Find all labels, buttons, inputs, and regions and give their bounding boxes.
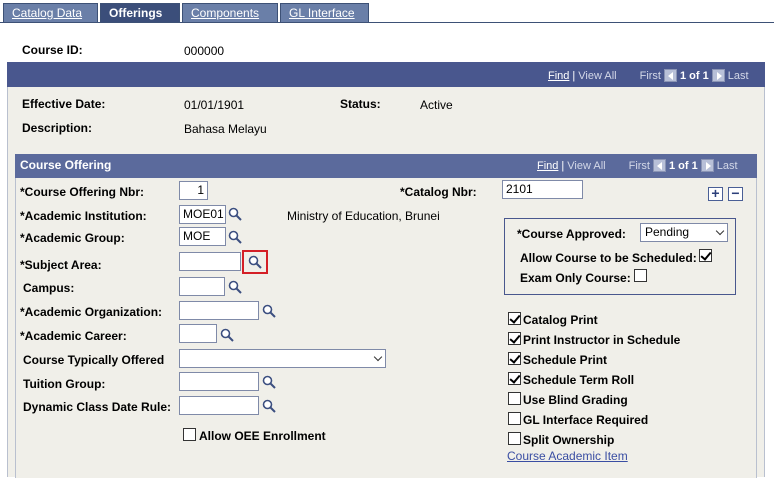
allow-oee-enrollment-label: Allow OEE Enrollment: [199, 429, 326, 443]
effdt-last: Last: [727, 69, 749, 82]
catalog-nbr-label: *Catalog Nbr:: [400, 185, 477, 199]
print-instructor-label: Print Instructor in Schedule: [523, 333, 681, 347]
lookup-magnifier-icon[interactable]: [227, 279, 243, 295]
course-approved-label: *Course Approved:: [517, 227, 626, 241]
allow-scheduled-label: Allow Course to be Scheduled:: [520, 251, 697, 265]
status-label: Status:: [340, 97, 381, 111]
chevron-down-icon: [715, 226, 725, 236]
catalog-nbr-field[interactable]: 2101: [502, 180, 583, 199]
course-id-label: Course ID:: [22, 43, 83, 57]
allow-oee-enrollment-checkbox[interactable]: [183, 428, 196, 441]
effdt-count: 1 of 1: [679, 69, 709, 82]
tuition-group-field[interactable]: [179, 372, 259, 391]
lookup-magnifier-icon[interactable]: [247, 254, 263, 270]
dynamic-class-date-rule-label: Dynamic Class Date Rule:: [23, 400, 172, 414]
offering-nbr-field[interactable]: 1: [179, 181, 208, 200]
tab-underline: [0, 22, 774, 23]
lookup-magnifier-icon[interactable]: [227, 229, 243, 245]
offering-count: 1 of 1: [668, 159, 698, 172]
description-label: Description:: [22, 121, 93, 135]
effdt-view-all: View All: [578, 69, 617, 82]
gl-interface-required-label: GL Interface Required: [523, 413, 649, 427]
exam-only-label: Exam Only Course:: [520, 271, 631, 285]
campus-field[interactable]: [179, 277, 225, 296]
first-arrow-icon[interactable]: [663, 69, 677, 82]
add-row-icon[interactable]: +: [708, 186, 723, 201]
typically-offered-label: Course Typically Offered: [23, 353, 165, 367]
academic-organization-label: *Academic Organization:: [20, 305, 163, 319]
academic-group-field[interactable]: MOE: [179, 227, 226, 246]
academic-career-field[interactable]: [179, 324, 217, 343]
course-academic-item-link[interactable]: Course Academic Item: [507, 449, 628, 463]
academic-institution-field[interactable]: MOE01: [179, 205, 226, 224]
lookup-magnifier-icon[interactable]: [261, 303, 277, 319]
exam-only-checkbox[interactable]: [634, 269, 647, 282]
course-id-value: 000000: [184, 44, 225, 58]
academic-career-label: *Academic Career:: [20, 329, 127, 343]
offering-first: First: [628, 159, 650, 172]
lookup-magnifier-icon[interactable]: [261, 374, 277, 390]
offering-nbr-label: *Course Offering Nbr:: [20, 185, 145, 199]
lookup-magnifier-icon[interactable]: [219, 327, 235, 343]
effective-date-value: 01/01/1901: [184, 98, 245, 112]
lookup-magnifier-icon[interactable]: [261, 398, 277, 414]
effdt-sep: |: [572, 69, 576, 82]
first-arrow-icon[interactable]: [652, 159, 666, 172]
tuition-group-label: Tuition Group:: [23, 377, 106, 391]
description-value: Bahasa Melayu: [184, 122, 267, 136]
subject-area-label: *Subject Area:: [20, 258, 102, 272]
offering-find-link[interactable]: Find: [537, 160, 558, 172]
typically-offered-select[interactable]: [179, 349, 386, 368]
tab-catalog-data[interactable]: Catalog Data: [3, 3, 98, 23]
effdt-navigation: Find | View All First 1 of 1 Last: [548, 69, 749, 82]
academic-group-label: *Academic Group:: [20, 231, 125, 245]
schedule-term-roll-label: Schedule Term Roll: [523, 373, 635, 387]
academic-institution-label: *Academic Institution:: [20, 209, 147, 223]
catalog-print-label: Catalog Print: [523, 313, 598, 327]
gl-interface-required-checkbox[interactable]: [508, 412, 521, 425]
course-approved-select[interactable]: Pending: [640, 223, 728, 242]
course-approved-value: Pending: [645, 225, 690, 239]
blind-grading-label: Use Blind Grading: [523, 393, 628, 407]
schedule-term-roll-checkbox[interactable]: [508, 372, 521, 385]
last-arrow-icon[interactable]: [711, 69, 725, 82]
offering-view-all: View All: [567, 159, 606, 172]
schedule-print-label: Schedule Print: [523, 353, 608, 367]
subject-area-field[interactable]: [179, 252, 241, 271]
tab-components[interactable]: Components: [182, 3, 278, 23]
offering-sep: |: [561, 159, 565, 172]
chevron-down-icon: [373, 352, 383, 362]
split-ownership-checkbox[interactable]: [508, 432, 521, 445]
print-instructor-checkbox[interactable]: [508, 332, 521, 345]
effdt-find-link[interactable]: Find: [548, 70, 569, 82]
campus-label: Campus:: [23, 281, 75, 295]
lookup-magnifier-icon[interactable]: [227, 206, 243, 222]
last-arrow-icon[interactable]: [700, 159, 714, 172]
effdt-first: First: [639, 69, 661, 82]
tab-gl-interface[interactable]: GL Interface: [280, 3, 369, 23]
effective-date-label: Effective Date:: [22, 97, 106, 111]
academic-organization-field[interactable]: [179, 301, 259, 320]
split-ownership-label: Split Ownership: [523, 433, 615, 447]
offering-navigation: Find | View All First 1 of 1 Last: [537, 159, 738, 172]
delete-row-icon[interactable]: −: [728, 186, 743, 201]
offering-last: Last: [716, 159, 738, 172]
schedule-print-checkbox[interactable]: [508, 352, 521, 365]
catalog-print-checkbox[interactable]: [508, 312, 521, 325]
course-offering-title: Course Offering: [20, 158, 112, 172]
allow-scheduled-checkbox[interactable]: [699, 249, 712, 262]
academic-institution-description: Ministry of Education, Brunei: [287, 209, 440, 223]
status-value: Active: [420, 98, 453, 112]
tab-offerings[interactable]: Offerings: [100, 3, 180, 23]
blind-grading-checkbox[interactable]: [508, 392, 521, 405]
dynamic-class-date-rule-field[interactable]: [179, 396, 259, 415]
